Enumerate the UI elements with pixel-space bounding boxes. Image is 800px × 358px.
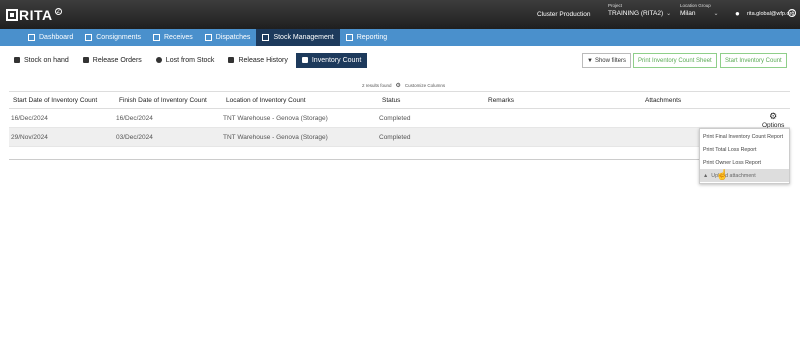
filter-icon: ▼ <box>587 57 593 64</box>
cell-finish-date: 16/Dec/2024 <box>116 114 153 122</box>
consignment-icon <box>85 34 93 41</box>
table-row[interactable]: 16/Dec/2024 16/Dec/2024 TNT Warehouse - … <box>9 109 790 128</box>
tab-reporting[interactable]: Reporting <box>340 29 393 46</box>
customize-columns-link[interactable]: Customize Columns <box>405 83 445 88</box>
subtab-label: Inventory Count <box>311 56 362 64</box>
tab-label: Dashboard <box>39 34 74 41</box>
show-filters-button[interactable]: ▼ Show filters <box>582 53 631 68</box>
cell-status: Completed <box>379 114 411 122</box>
cell-finish-date: 03/Dec/2024 <box>116 133 153 141</box>
cluster-name[interactable]: Cluster Production <box>537 11 590 18</box>
table-row[interactable]: 29/Nov/2024 03/Dec/2024 TNT Warehouse - … <box>9 128 790 147</box>
header-attachments[interactable]: Attachments <box>645 97 681 104</box>
warning-icon <box>155 57 162 63</box>
logo-text: RITA <box>19 6 53 23</box>
tab-dispatches[interactable]: Dispatches <box>199 29 257 46</box>
upload-icon: ▲ <box>703 172 709 179</box>
cell-start-date: 29/Nov/2024 <box>11 133 48 141</box>
cell-status: Completed <box>379 133 411 141</box>
header-start-date[interactable]: Start Date of Inventory Count <box>13 97 97 104</box>
logo-icon <box>6 8 18 21</box>
main-nav: Dashboard Consignments Receives Dispatch… <box>0 29 800 46</box>
location-value: Milan <box>680 10 696 17</box>
menu-print-total-loss[interactable]: Print Total Loss Report <box>700 143 789 156</box>
top-bar: RITA 2 Cluster Production Project TRAINI… <box>0 0 800 29</box>
start-count-button[interactable]: Start Inventory Count <box>720 53 787 68</box>
results-count: 2 results found <box>362 83 392 88</box>
menu-print-final-report[interactable]: Print Final Inventory Count Report <box>700 130 789 143</box>
location-select[interactable]: Milan ⌄ <box>680 10 719 17</box>
options-button[interactable]: ⚙ Options <box>762 111 784 129</box>
cell-location: TNT Warehouse - Genova (Storage) <box>223 133 328 141</box>
options-menu: Print Final Inventory Count Report Print… <box>699 128 790 184</box>
show-filters-label: Show filters <box>594 57 626 64</box>
chevron-down-icon: ⌄ <box>713 11 719 17</box>
cell-location: TNT Warehouse - Genova (Storage) <box>223 114 328 122</box>
table-icon <box>345 34 353 41</box>
table-bottom-border <box>9 159 790 160</box>
help-icon[interactable]: ? <box>788 9 796 17</box>
gear-icon: ⚙ <box>769 111 778 121</box>
subtab-label: Lost from Stock <box>165 56 215 64</box>
chevron-down-icon: ⌄ <box>666 11 672 17</box>
tab-dashboard[interactable]: Dashboard <box>22 29 79 46</box>
subtab-release-orders[interactable]: Release Orders <box>77 53 148 68</box>
hand-icon <box>228 57 235 63</box>
receive-icon <box>153 34 160 41</box>
calendar-icon <box>14 57 20 63</box>
subtab-label: Release Orders <box>92 56 142 64</box>
chart-icon <box>28 34 35 41</box>
location-label: Location Group <box>680 3 711 8</box>
menu-print-owner-loss[interactable]: Print Owner Loss Report <box>700 156 789 169</box>
subtab-label: Release History <box>238 56 288 64</box>
hand-cursor-icon: ☝ <box>716 170 729 181</box>
subtab-label: Stock on hand <box>24 56 69 64</box>
subtab-inventory-count[interactable]: Inventory Count <box>295 52 368 68</box>
project-label: Project <box>608 3 623 8</box>
table-header: Start Date of Inventory Count Finish Dat… <box>9 91 790 109</box>
menu-upload-attachment[interactable]: ▲ Upload attachment <box>700 169 789 182</box>
gear-icon[interactable]: ⚙ <box>396 82 401 89</box>
results-info: 2 results found ⚙ Customize Columns <box>362 82 445 89</box>
tab-receives[interactable]: Receives <box>147 29 199 46</box>
sub-nav: Stock on hand Release Orders Lost from S… <box>0 46 800 74</box>
tab-label: Reporting <box>356 34 388 41</box>
subtab-stock-on-hand[interactable]: Stock on hand <box>8 53 75 68</box>
warehouse-icon <box>262 34 270 41</box>
cell-start-date: 16/Dec/2024 <box>11 114 48 122</box>
tab-label: Stock Management <box>273 34 334 41</box>
header-location[interactable]: Location of Inventory Count <box>226 97 306 104</box>
print-count-sheet-button[interactable]: Print Inventory Count Sheet <box>633 53 717 68</box>
clipboard-icon <box>301 57 308 63</box>
logo-version: 2 <box>54 8 62 15</box>
inventory-count-table: Start Date of Inventory Count Finish Dat… <box>9 91 790 147</box>
hand-icon <box>82 57 89 63</box>
tab-label: Consignments <box>96 34 141 41</box>
header-finish-date[interactable]: Finish Date of Inventory Count <box>119 97 207 104</box>
header-remarks[interactable]: Remarks <box>488 97 514 104</box>
subtab-lost-from-stock[interactable]: Lost from Stock <box>150 53 221 68</box>
user-icon: ● <box>735 9 740 18</box>
tab-label: Dispatches <box>215 34 251 41</box>
project-select[interactable]: TRAINING (RITA2) ⌄ <box>608 10 671 17</box>
header-status[interactable]: Status <box>382 97 400 104</box>
tab-label: Receives <box>164 34 193 41</box>
project-value: TRAINING (RITA2) <box>608 10 664 17</box>
app-logo[interactable]: RITA 2 <box>6 7 62 23</box>
dispatch-icon <box>204 34 212 41</box>
subtab-release-history[interactable]: Release History <box>222 53 293 68</box>
tab-consignments[interactable]: Consignments <box>79 29 147 46</box>
tab-stock-management[interactable]: Stock Management <box>256 29 340 46</box>
